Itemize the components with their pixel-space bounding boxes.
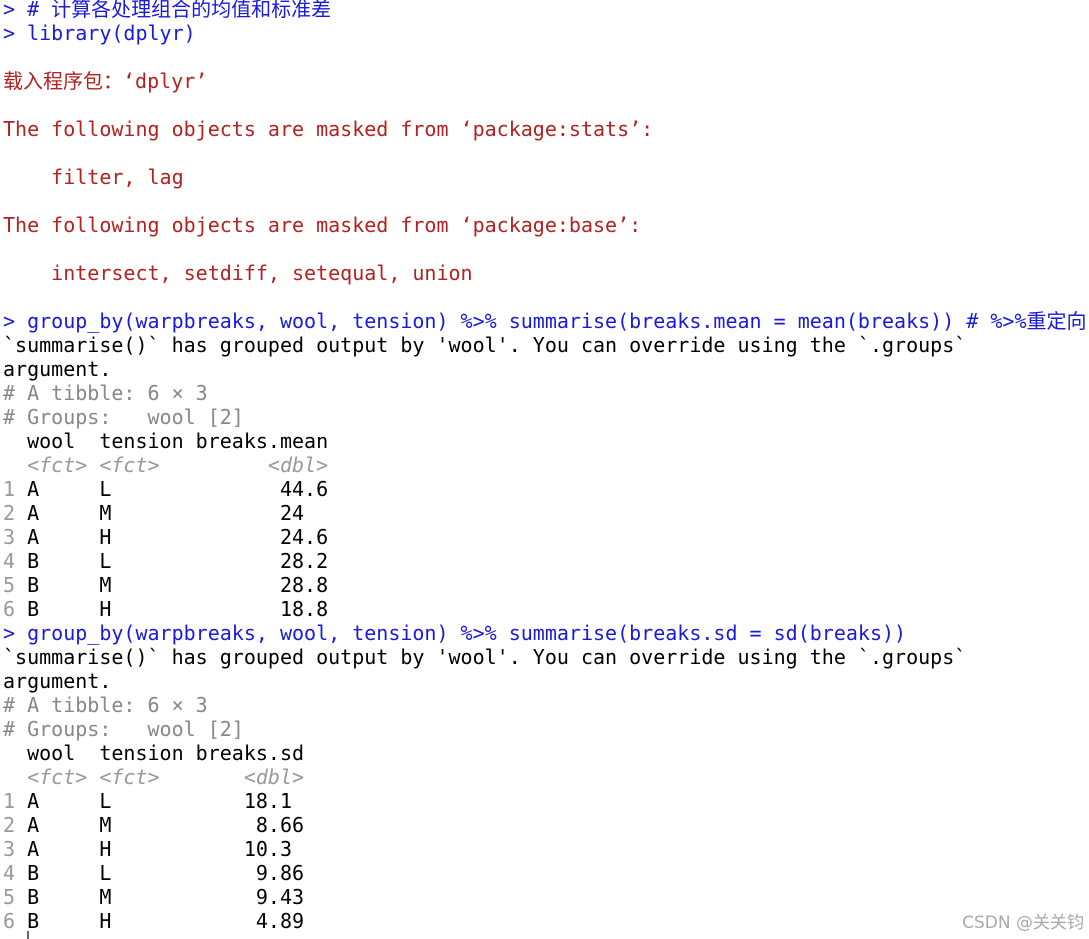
row-number: 2 — [3, 501, 16, 525]
console-line-meta: # Groups: wool [2] — [3, 405, 244, 429]
console-line-meta: # A tibble: 6 × 3 — [3, 693, 208, 717]
console-line-row: 3 A H 10.3 — [3, 837, 1087, 861]
row-values: B L 9.86 — [15, 861, 305, 885]
row-values: A M 8.66 — [15, 813, 305, 837]
r-console-output: > # 计算各处理组合的均值和标准差 > library(dplyr) 载入程序包：… — [3, 0, 1087, 933]
console-line-row: 6 B H 4.89 — [3, 909, 1087, 933]
console-line-message: The following objects are masked from ‘p… — [3, 117, 654, 141]
row-number: 6 — [3, 597, 16, 621]
console-line-output: argument. — [3, 357, 112, 381]
console-line-message: The following objects are masked from ‘p… — [3, 213, 642, 237]
console-line-type: <fct> <fct> <dbl> — [3, 453, 329, 477]
row-values: B H 18.8 — [15, 597, 329, 621]
console-line-output: argument. — [3, 669, 112, 693]
row-values: B M 9.43 — [15, 885, 305, 909]
row-number: 4 — [3, 549, 16, 573]
console-line-input: > library(dplyr) — [3, 21, 196, 45]
row-values: B H 4.89 — [15, 909, 305, 933]
console-line-row: 2 A M 8.66 — [3, 813, 1087, 837]
row-number: 1 — [3, 789, 16, 813]
console-line-input: > group_by(warpbreaks, wool, tension) %>… — [3, 621, 907, 645]
row-values: A M 24 — [15, 501, 329, 525]
console-line-input: > group_by(warpbreaks, wool, tension) %>… — [3, 309, 1087, 333]
console-line-meta: # Groups: wool [2] — [3, 717, 244, 741]
watermark: CSDN @关关钧 — [962, 913, 1084, 933]
text-cursor — [27, 931, 29, 939]
console-line-row: 4 B L 28.2 — [3, 549, 1087, 573]
row-number: 5 — [3, 573, 16, 597]
row-number: 1 — [3, 477, 16, 501]
console-line-meta: # A tibble: 6 × 3 — [3, 381, 208, 405]
row-values: A L 44.6 — [15, 477, 329, 501]
row-number: 2 — [3, 813, 16, 837]
console-line-type: <fct> <fct> <dbl> — [3, 765, 305, 789]
console-line-row: 4 B L 9.86 — [3, 861, 1087, 885]
console-line-message: 载入程序包：‘dplyr’ — [3, 69, 208, 93]
row-values: A H 24.6 — [15, 525, 329, 549]
row-number: 5 — [3, 885, 16, 909]
row-values: A H 10.3 — [15, 837, 305, 861]
row-values: A L 18.1 — [15, 789, 305, 813]
console-line-message: intersect, setdiff, setequal, union — [3, 261, 473, 285]
row-values: B M 28.8 — [15, 573, 329, 597]
console-line-row: 1 A L 44.6 — [3, 477, 1087, 501]
console-line-row: 3 A H 24.6 — [3, 525, 1087, 549]
console-line-row: 1 A L 18.1 — [3, 789, 1087, 813]
console-line-output: wool tension breaks.sd — [3, 741, 305, 765]
console-line-row: 6 B H 18.8 — [3, 597, 1087, 621]
console-line-row: 5 B M 9.43 — [3, 885, 1087, 909]
row-number: 3 — [3, 837, 16, 861]
row-number: 3 — [3, 525, 16, 549]
console-line-output: `summarise()` has grouped output by 'woo… — [3, 333, 967, 357]
console-line-message: filter, lag — [3, 165, 184, 189]
console-line-output: wool tension breaks.mean — [3, 429, 329, 453]
row-values: B L 28.2 — [15, 549, 329, 573]
console-line-output: `summarise()` has grouped output by 'woo… — [3, 645, 967, 669]
console-line-row: 5 B M 28.8 — [3, 573, 1087, 597]
console-line-row: 2 A M 24 — [3, 501, 1087, 525]
row-number: 6 — [3, 909, 16, 933]
row-number: 4 — [3, 861, 16, 885]
console-line-input: > # 计算各处理组合的均值和标准差 — [3, 0, 332, 21]
